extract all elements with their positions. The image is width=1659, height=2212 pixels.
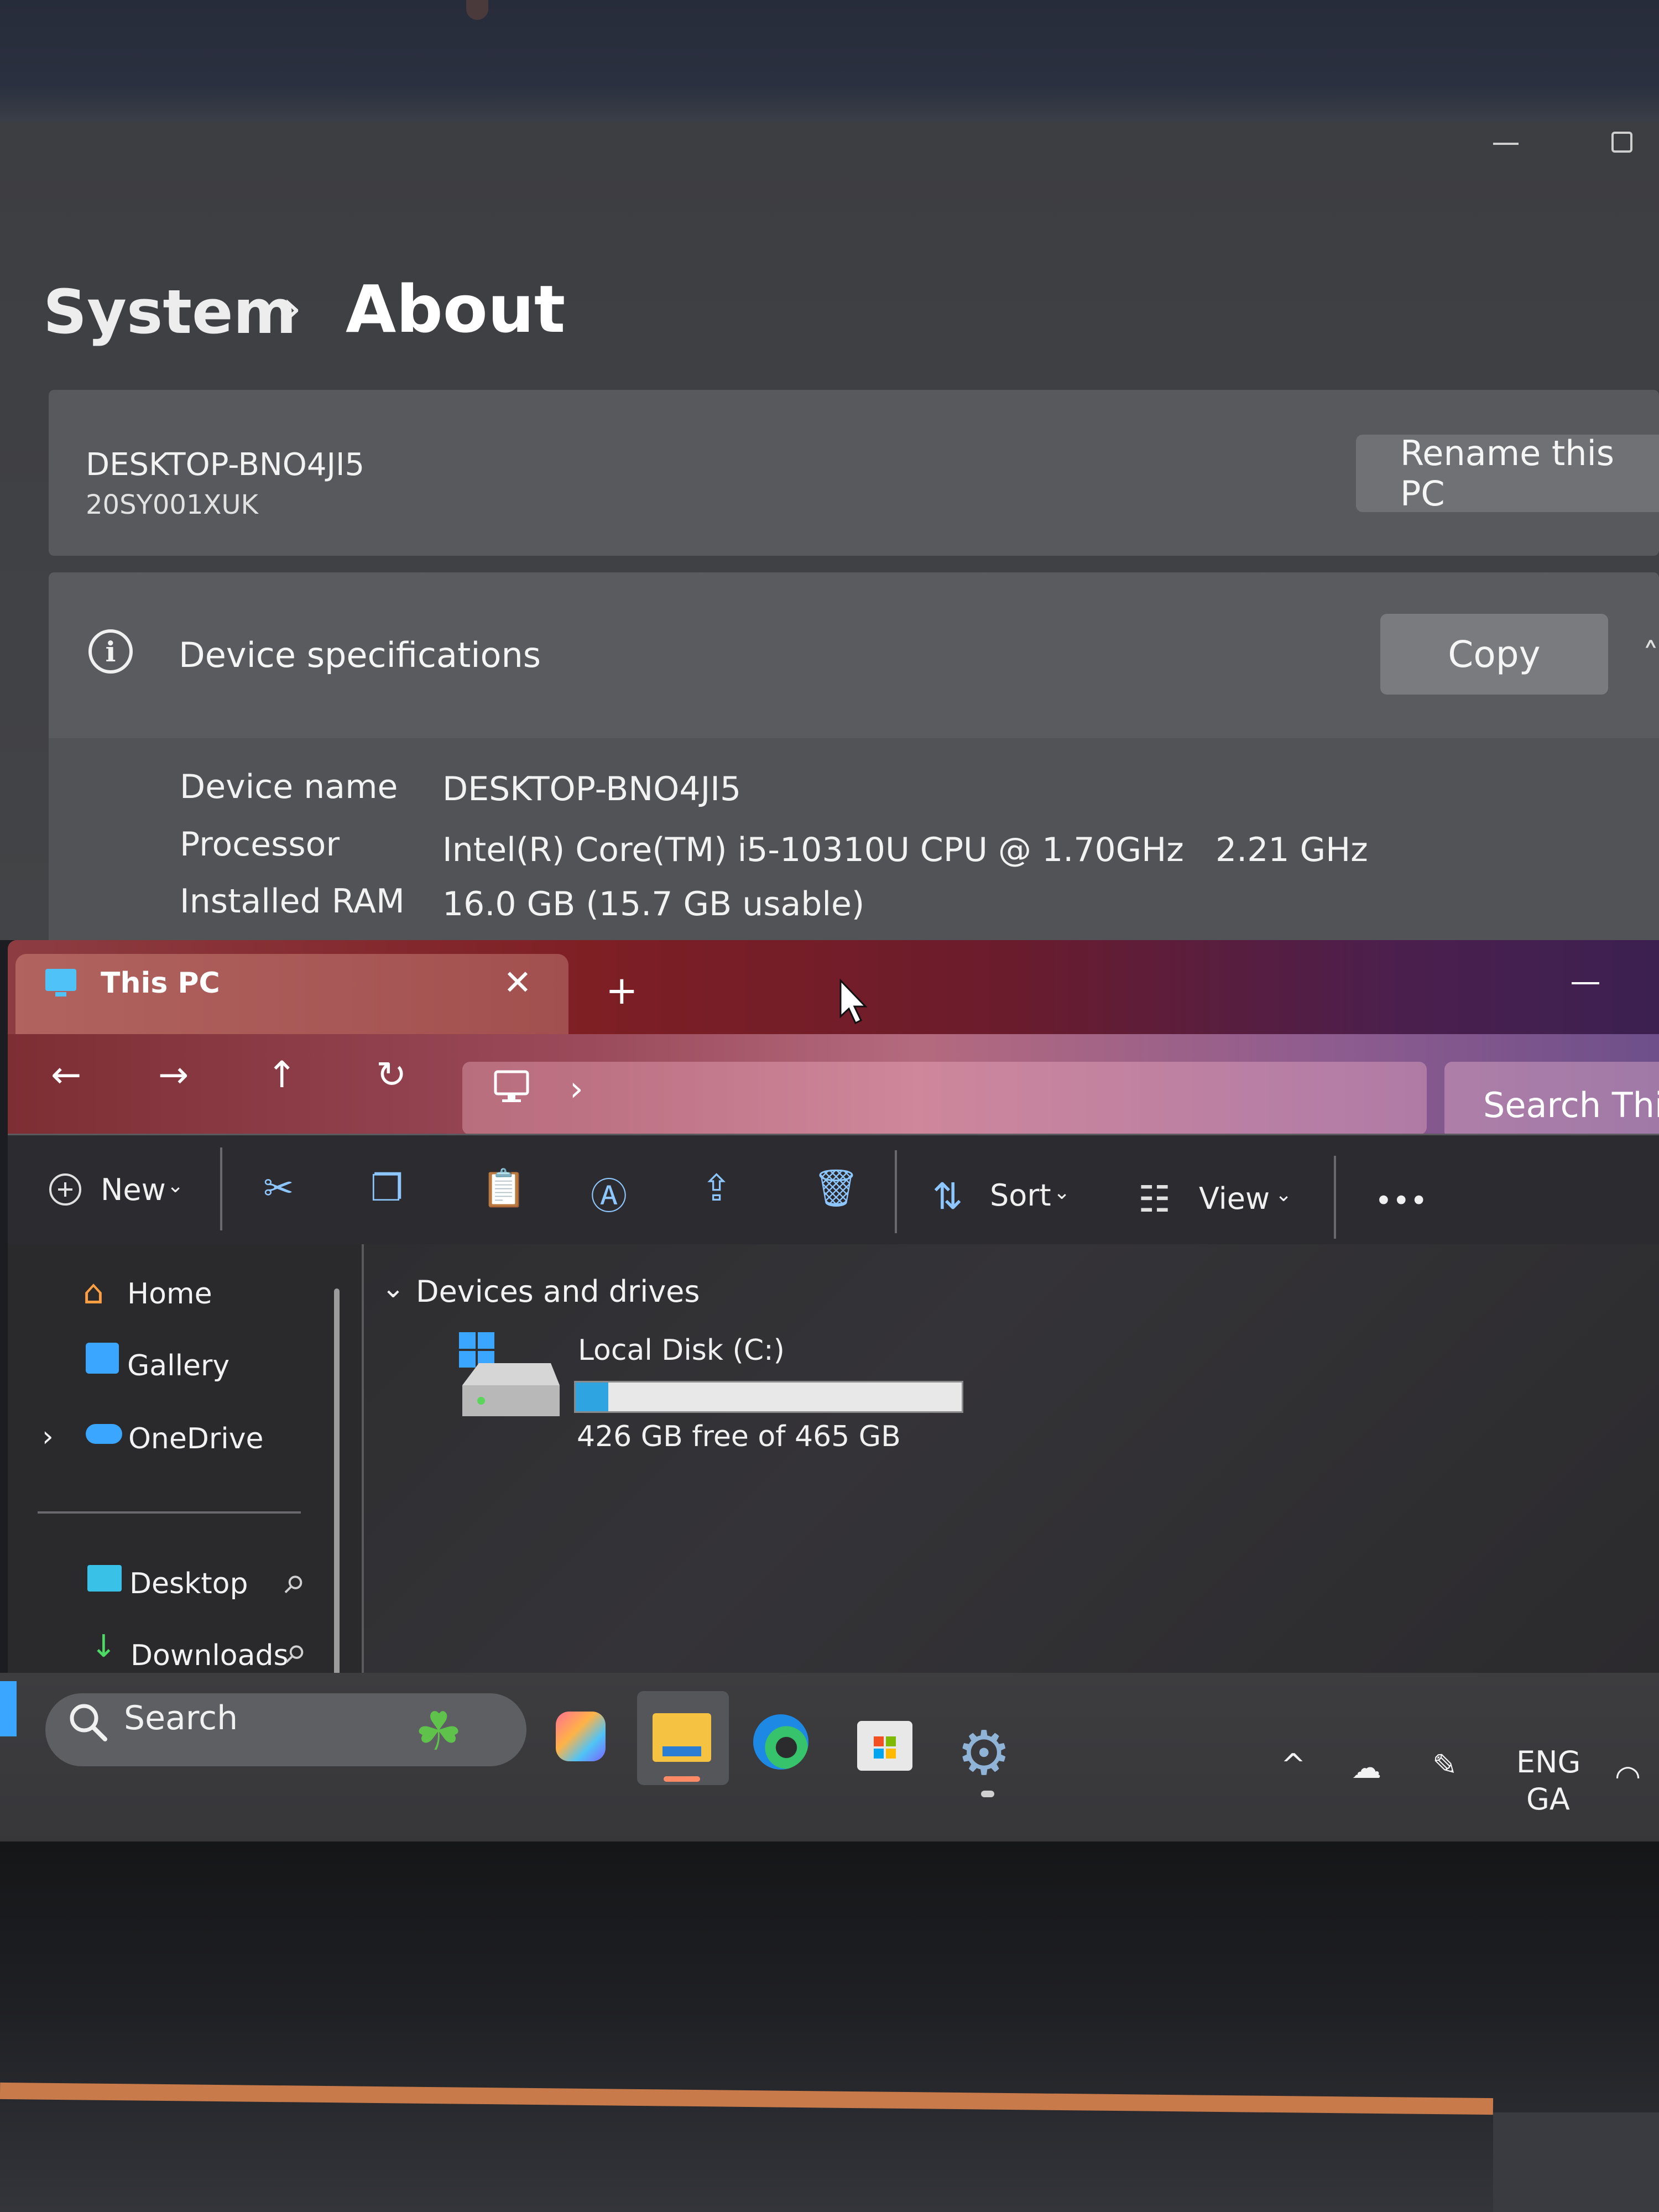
mouse-cursor-icon <box>839 978 868 1025</box>
store-icon[interactable] <box>857 1721 912 1771</box>
search-icon <box>70 1704 107 1741</box>
settings-icon[interactable]: ⚙ <box>957 1723 1011 1783</box>
show-hidden-icons-button[interactable]: ^ <box>1281 1747 1306 1782</box>
nav-item-downloads[interactable]: Downloads <box>131 1639 289 1672</box>
spec-label: Installed RAM <box>180 882 405 921</box>
maximize-button[interactable] <box>1611 132 1632 153</box>
address-bar[interactable] <box>462 1062 1427 1135</box>
sort-icon[interactable]: ⇅ <box>932 1175 963 1218</box>
share-icon[interactable]: ⇪ <box>701 1167 732 1209</box>
spec-value: DESKTOP-BNO4JI5 <box>442 770 742 808</box>
download-icon: ↓ <box>91 1629 117 1665</box>
active-app-indicator <box>664 1776 700 1782</box>
collapse-chevron-icon[interactable]: ⌄ <box>382 1272 405 1304</box>
expand-chevron-icon[interactable]: › <box>42 1420 54 1453</box>
spec-value: Intel(R) Core(TM) i5-10310U CPU @ 1.70GH… <box>442 831 1368 869</box>
pc-model: 20SY001XUK <box>86 489 258 520</box>
home-icon: ⌂ <box>83 1273 105 1312</box>
chevron-down-icon[interactable]: ⌄ <box>167 1175 184 1197</box>
monitor-bezel-bottom <box>0 1841 1659 2212</box>
monitor-bezel-top <box>0 0 1659 122</box>
forward-button[interactable]: → <box>158 1053 189 1096</box>
folder-strip <box>662 1746 701 1756</box>
info-icon: i <box>88 629 133 674</box>
refresh-button[interactable]: ↻ <box>376 1053 406 1096</box>
nav-item-onedrive[interactable]: OneDrive <box>128 1422 264 1455</box>
drive-usage-bar <box>574 1381 963 1413</box>
view-icon[interactable]: ☷ <box>1138 1178 1171 1220</box>
chevron-up-icon[interactable]: ˄ <box>1642 636 1659 675</box>
search-input[interactable]: Search This <box>1483 1085 1659 1125</box>
chevron-down-icon[interactable]: ⌄ <box>1053 1181 1070 1204</box>
scrollbar[interactable] <box>334 1288 340 1676</box>
tab-this-pc[interactable] <box>15 954 568 1034</box>
monitor-stand <box>1493 2112 1659 2212</box>
spec-value: 16.0 GB (15.7 GB usable) <box>442 885 865 924</box>
copy-icon[interactable]: ❐ <box>371 1167 403 1209</box>
drive-free-space: 426 GB free of 465 GB <box>577 1420 901 1453</box>
view-button[interactable]: View <box>1199 1181 1270 1216</box>
gallery-icon <box>86 1343 119 1374</box>
breadcrumb-separator: › <box>282 279 302 337</box>
spec-label: Processor <box>180 825 340 864</box>
open-app-indicator <box>981 1791 994 1797</box>
rename-icon[interactable]: Ⓐ <box>591 1167 627 1220</box>
nav-item-gallery[interactable]: Gallery <box>127 1349 229 1383</box>
nav-item-desktop[interactable]: Desktop <box>129 1567 248 1600</box>
device-specs-title: Device specifications <box>179 635 541 675</box>
toolbar-divider <box>1334 1156 1336 1239</box>
shamrock-icon: ☘ <box>415 1700 463 1762</box>
store-logo-red <box>874 1736 884 1746</box>
back-button[interactable]: ← <box>51 1053 81 1096</box>
rename-pc-button[interactable]: Rename this PC <box>1356 433 1659 514</box>
keyboard-layout-indicator[interactable]: GA <box>1526 1782 1570 1817</box>
tab-title: This PC <box>101 967 220 1000</box>
close-tab-icon[interactable]: ✕ <box>503 962 532 1003</box>
drive-usage-fill <box>576 1383 608 1411</box>
pc-name: DESKTOP-BNO4JI5 <box>86 447 365 483</box>
nav-divider <box>38 1511 301 1514</box>
taskbar-search-label[interactable]: Search <box>124 1699 238 1738</box>
cloud-icon <box>86 1424 122 1444</box>
drive-name[interactable]: Local Disk (C:) <box>578 1334 785 1367</box>
store-logo-blue <box>874 1749 884 1759</box>
drive-icon[interactable] <box>457 1330 562 1424</box>
monitor-stand-icon <box>55 992 66 997</box>
wifi-icon[interactable]: ◠ <box>1615 1759 1641 1793</box>
nav-item-home[interactable]: Home <box>127 1277 212 1311</box>
copy-button[interactable]: Copy <box>1380 614 1608 695</box>
cut-icon[interactable]: ✂ <box>263 1167 294 1209</box>
up-button[interactable]: ↑ <box>267 1053 297 1096</box>
new-tab-button[interactable]: + <box>606 968 638 1013</box>
sort-button[interactable]: Sort <box>990 1178 1051 1213</box>
monitor-icon <box>45 969 76 991</box>
delete-icon[interactable]: 🗑 <box>813 1167 859 1210</box>
pen-icon[interactable]: ✎ <box>1432 1747 1457 1782</box>
paste-icon[interactable]: 📋 <box>481 1167 526 1210</box>
desktop-icon <box>87 1565 122 1592</box>
add-icon[interactable] <box>47 1171 84 1208</box>
language-indicator[interactable]: ENG <box>1516 1745 1580 1780</box>
copilot-icon[interactable] <box>556 1712 606 1761</box>
start-button[interactable] <box>0 1681 17 1736</box>
more-options-button[interactable]: ••• <box>1375 1183 1428 1218</box>
section-title[interactable]: Devices and drives <box>416 1274 700 1309</box>
toolbar-divider <box>220 1147 222 1230</box>
content-area <box>364 1244 1659 1676</box>
page-title: About <box>346 271 566 347</box>
new-button[interactable]: New <box>101 1172 166 1207</box>
spec-label: Device name <box>180 768 398 806</box>
toolbar-divider <box>895 1150 897 1233</box>
this-pc-icon <box>494 1070 529 1102</box>
explorer-minimize-button[interactable] <box>1572 982 1599 984</box>
edge-icon[interactable] <box>753 1714 808 1770</box>
chevron-down-icon[interactable]: ⌄ <box>1275 1183 1292 1206</box>
store-logo-yellow <box>886 1749 896 1759</box>
minimize-button[interactable] <box>1493 143 1519 145</box>
breadcrumb-system[interactable]: System <box>43 276 296 347</box>
onedrive-tray-icon[interactable]: ☁ <box>1352 1750 1381 1785</box>
address-chevron-icon[interactable]: › <box>570 1068 583 1109</box>
store-logo-green <box>886 1736 896 1746</box>
